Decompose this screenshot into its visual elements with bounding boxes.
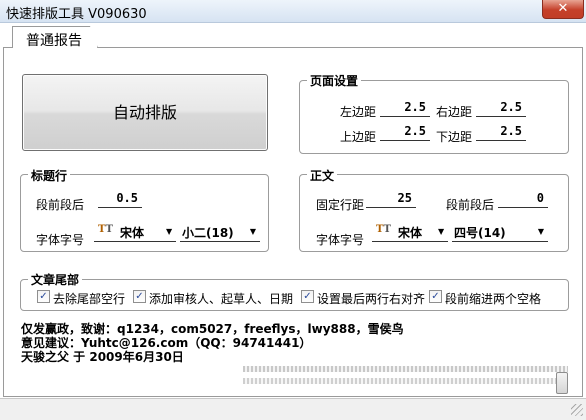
title-spacing-input[interactable]: 0.5 bbox=[98, 190, 142, 208]
line-spacing-label: 固定行距 bbox=[316, 198, 365, 212]
chevron-down-icon: ▼ bbox=[537, 227, 544, 236]
body-spacing-label: 段前段后 bbox=[446, 198, 495, 212]
page-setup-legend: 页面设置 bbox=[307, 72, 362, 89]
bottom-margin-label: 下边距 bbox=[436, 130, 473, 144]
resize-grip-icon[interactable] bbox=[571, 404, 583, 416]
window-title: 快速排版工具 V090630 bbox=[6, 7, 147, 22]
left-margin-label: 左边距 bbox=[340, 105, 377, 119]
right-margin-label: 右边距 bbox=[436, 105, 473, 119]
truetype-icon: TT bbox=[376, 224, 391, 235]
body-font-name-select[interactable]: TT 宋体 ▼ bbox=[372, 222, 448, 242]
right-margin-input[interactable]: 2.5 bbox=[476, 99, 526, 117]
close-icon: ✕ bbox=[557, 1, 569, 16]
top-margin-label: 上边距 bbox=[340, 130, 377, 144]
author-date-line: 天骏之父 于 2009年6月30日 bbox=[21, 350, 184, 364]
title-bar: 快速排版工具 V090630 bbox=[0, 0, 586, 23]
indent-two-spaces-checkbox[interactable]: ✓ bbox=[429, 290, 442, 303]
body-font-size: 四号(14) bbox=[454, 226, 506, 240]
title-font-name: 宋体 bbox=[120, 226, 145, 240]
slider-thumb[interactable] bbox=[556, 372, 568, 394]
title-spacing-label: 段前段后 bbox=[36, 198, 85, 212]
slider-track-lower bbox=[243, 378, 568, 384]
body-spacing-input[interactable]: 0 bbox=[498, 190, 548, 208]
slider-track[interactable] bbox=[243, 366, 568, 372]
title-font-label: 字体字号 bbox=[36, 233, 85, 247]
remove-trailing-blank-label: 去除尾部空行 bbox=[53, 292, 126, 306]
chevron-down-icon: ▼ bbox=[438, 227, 445, 236]
indent-two-spaces-label: 段前缩进两个空格 bbox=[445, 292, 542, 306]
article-tail-legend: 文章尾部 bbox=[28, 271, 83, 288]
title-font-size-select[interactable]: 小二(18) ▼ bbox=[180, 222, 260, 242]
add-reviewer-label: 添加审核人、起草人、日期 bbox=[149, 292, 294, 306]
title-font-size: 小二(18) bbox=[182, 226, 234, 240]
tab-label[interactable]: 普通报告 bbox=[26, 30, 82, 50]
auto-layout-button[interactable]: 自动排版 bbox=[22, 74, 268, 151]
chevron-down-icon: ▼ bbox=[249, 227, 256, 236]
line-spacing-input[interactable]: 25 bbox=[366, 190, 416, 208]
body-font-label: 字体字号 bbox=[316, 233, 365, 247]
close-button[interactable]: ✕ bbox=[542, 0, 584, 19]
body-font-name: 宋体 bbox=[398, 226, 423, 240]
title-font-name-select[interactable]: TT 宋体 ▼ bbox=[94, 222, 176, 242]
add-reviewer-checkbox[interactable]: ✓ bbox=[133, 290, 146, 303]
right-align-last-lines-label: 设置最后两行右对齐 bbox=[317, 292, 426, 306]
left-margin-input[interactable]: 2.5 bbox=[380, 99, 430, 117]
title-line-legend: 标题行 bbox=[28, 167, 71, 184]
right-align-last-lines-checkbox[interactable]: ✓ bbox=[301, 290, 314, 303]
chevron-down-icon: ▼ bbox=[166, 227, 173, 236]
body-text-legend: 正文 bbox=[307, 167, 338, 184]
bottom-margin-input[interactable]: 2.5 bbox=[476, 123, 526, 141]
truetype-icon: TT bbox=[98, 224, 113, 235]
body-font-size-select[interactable]: 四号(14) ▼ bbox=[452, 222, 548, 242]
top-margin-input[interactable]: 2.5 bbox=[380, 123, 430, 141]
status-bar bbox=[0, 398, 586, 420]
remove-trailing-blank-checkbox[interactable]: ✓ bbox=[37, 290, 50, 303]
